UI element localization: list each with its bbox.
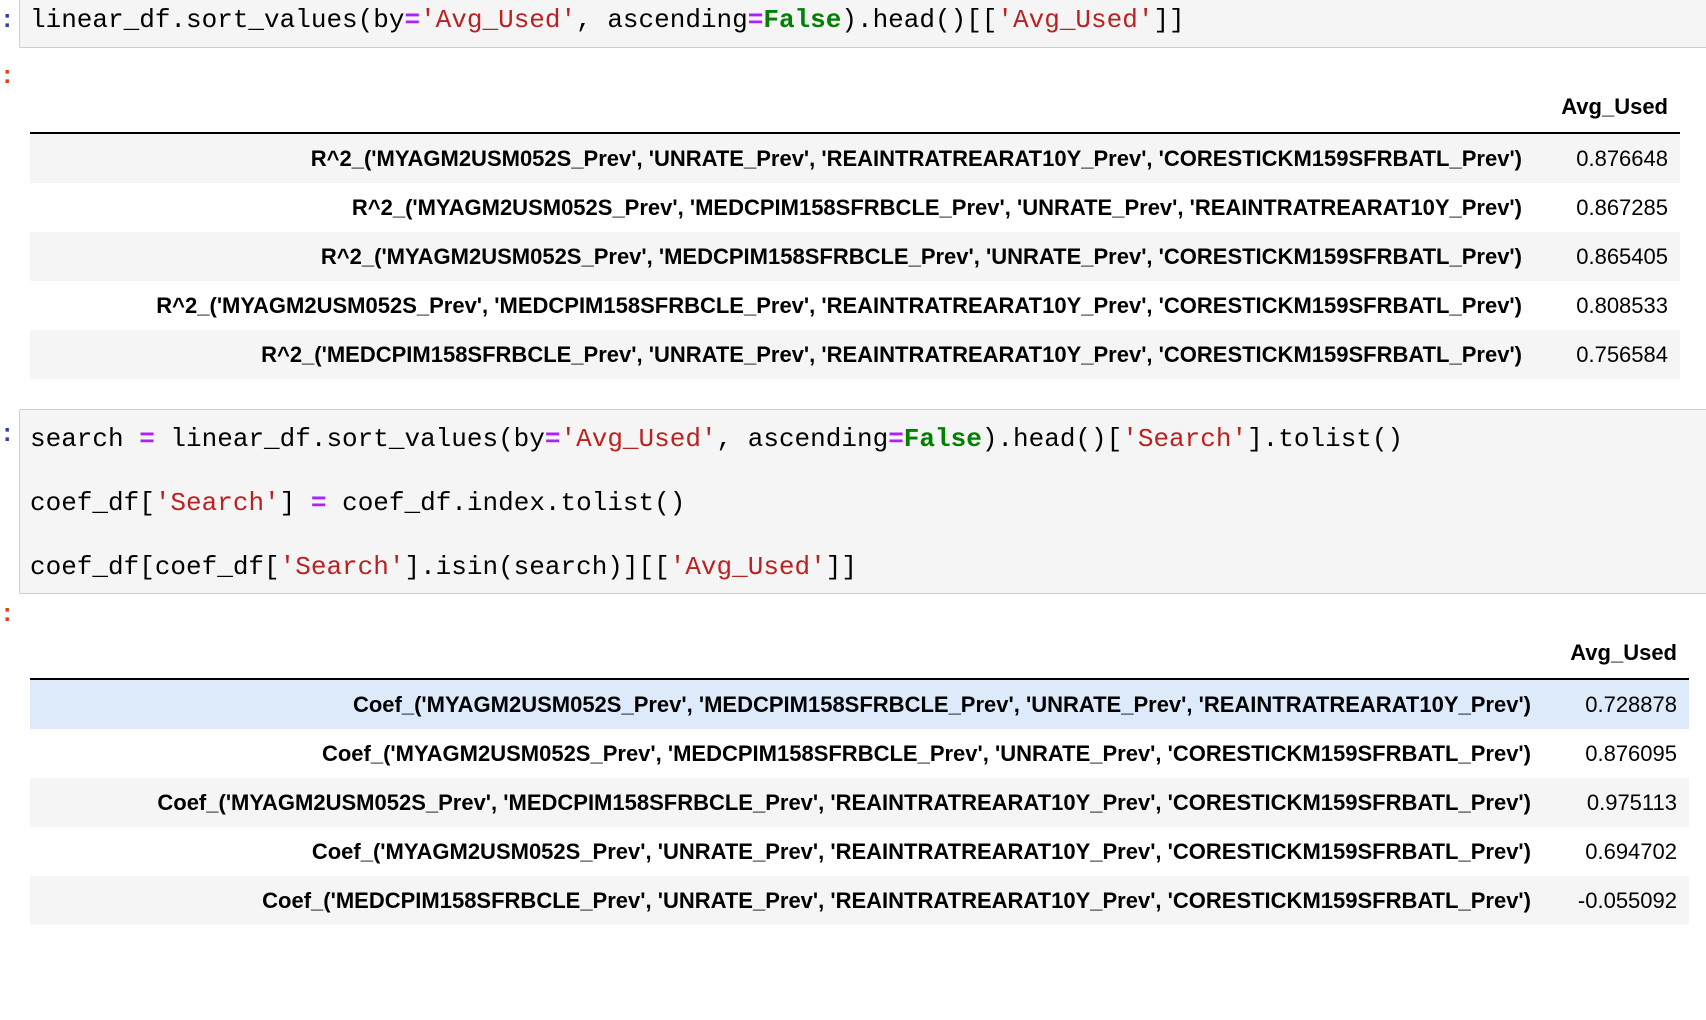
column-header: Avg_Used: [1536, 82, 1680, 134]
row-index-label: R^2_('MYAGM2USM052S_Prev', 'MEDCPIM158SF…: [30, 232, 1536, 281]
output-prompt-marker: :: [0, 602, 15, 629]
code-token: 'Avg_Used': [669, 552, 826, 582]
row-index-label: Coef_('MYAGM2USM052S_Prev', 'MEDCPIM158S…: [321, 740, 1531, 766]
code-token: search: [30, 424, 140, 454]
code-cell-2[interactable]: search = linear_df.sort_values(by='Avg_U…: [19, 409, 1706, 594]
row-value: 0.756584: [1536, 330, 1680, 379]
code-token: coef_df[coef_df[: [30, 552, 280, 582]
table-row: Coef_('MYAGM2USM052S_Prev', 'UNRATE_Prev…: [30, 827, 1689, 876]
table-body: Coef_('MYAGM2USM052S_Prev', 'MEDCPIM158S…: [30, 679, 1689, 925]
code-token: 'Search': [154, 488, 280, 518]
code-cell-1[interactable]: linear_df.sort_values(by='Avg_Used', asc…: [19, 0, 1706, 48]
code-token: ]]: [825, 552, 857, 582]
table-row: Coef_('MYAGM2USM052S_Prev', 'MEDCPIM158S…: [30, 729, 1689, 778]
notebook-page: : linear_df.sort_values(by='Avg_Used', a…: [0, 0, 1706, 1020]
code-token: ]]: [1153, 5, 1185, 35]
code-token: 'Avg_Used': [997, 5, 1154, 35]
column-header: Avg_Used: [1545, 628, 1689, 680]
code-token: =: [404, 5, 421, 35]
row-value: 0.694702: [1585, 838, 1677, 864]
code-token: coef_df[: [30, 488, 155, 518]
table-body: R^2_('MYAGM2USM052S_Prev', 'UNRATE_Prev'…: [30, 133, 1680, 379]
input-prompt-marker: :: [0, 8, 15, 35]
table-row: R^2_('MYAGM2USM052S_Prev', 'MEDCPIM158SF…: [30, 232, 1680, 281]
table-row: R^2_('MEDCPIM158SFRBCLE_Prev', 'UNRATE_P…: [30, 330, 1680, 379]
row-index-label: R^2_('MYAGM2USM052S_Prev', 'MEDCPIM158SF…: [351, 194, 1522, 220]
code-line: coef_df[coef_df['Search'].isin(search)][…: [30, 552, 857, 582]
table-row: R^2_('MYAGM2USM052S_Prev', 'MEDCPIM158SF…: [30, 281, 1680, 330]
code-token: 'Search': [1122, 424, 1248, 454]
row-value: 0.728878: [1545, 679, 1689, 729]
row-value: 0.867285: [1576, 194, 1668, 220]
code-token: , ascending: [576, 5, 748, 35]
code-token: ).head()[: [981, 424, 1123, 454]
dataframe-table-1: Avg_Used R^2_('MYAGM2USM052S_Prev', 'UNR…: [30, 82, 1680, 379]
index-header: [30, 82, 1536, 134]
code-token: ).head()[[: [841, 5, 998, 35]
table-row: Coef_('MYAGM2USM052S_Prev', 'MEDCPIM158S…: [30, 778, 1689, 827]
table-row: Coef_('MEDCPIM158SFRBCLE_Prev', 'UNRATE_…: [30, 876, 1689, 925]
row-index-label: Coef_('MYAGM2USM052S_Prev', 'MEDCPIM158S…: [30, 679, 1545, 729]
row-index-label: R^2_('MYAGM2USM052S_Prev', 'UNRATE_Prev'…: [30, 133, 1536, 183]
row-index-label: R^2_('MEDCPIM158SFRBCLE_Prev', 'UNRATE_P…: [30, 330, 1536, 379]
row-value: 0.975113: [1545, 778, 1689, 827]
output-prompt-marker: :: [0, 64, 15, 91]
code-token: 'Avg_Used': [560, 424, 717, 454]
code-line: search = linear_df.sort_values(by='Avg_U…: [30, 424, 1403, 454]
row-index-label: Coef_('MYAGM2USM052S_Prev', 'MEDCPIM158S…: [30, 778, 1545, 827]
row-index-label: Coef_('MEDCPIM158SFRBCLE_Prev', 'UNRATE_…: [30, 876, 1545, 925]
code-line: linear_df.sort_values(by='Avg_Used', asc…: [30, 5, 1185, 35]
row-index-label: R^2_('MYAGM2USM052S_Prev', 'MEDCPIM158SF…: [156, 292, 1522, 318]
code-token: coef_df.index.tolist(): [326, 488, 686, 518]
code-token: =: [747, 5, 764, 35]
code-token: 'Avg_Used': [420, 5, 577, 35]
code-token: =: [544, 424, 561, 454]
row-value: 0.865405: [1536, 232, 1680, 281]
input-prompt-marker: :: [0, 422, 15, 449]
row-value: 0.876648: [1536, 133, 1680, 183]
table-row: R^2_('MYAGM2USM052S_Prev', 'MEDCPIM158SF…: [30, 183, 1680, 232]
code-token: =: [139, 424, 155, 454]
code-token: 'Search': [279, 552, 405, 582]
code-line: coef_df['Search'] = coef_df.index.tolist…: [30, 488, 685, 518]
table-row: R^2_('MYAGM2USM052S_Prev', 'UNRATE_Prev'…: [30, 133, 1680, 183]
row-index-label: Coef_('MYAGM2USM052S_Prev', 'UNRATE_Prev…: [311, 838, 1531, 864]
row-value: 0.808533: [1576, 292, 1668, 318]
index-header: [30, 628, 1545, 680]
row-value: -0.055092: [1545, 876, 1689, 925]
code-token: =: [310, 488, 327, 518]
code-token: =: [888, 424, 904, 454]
code-token: linear_df.sort_values(by: [154, 424, 545, 454]
table-row: Coef_('MYAGM2USM052S_Prev', 'MEDCPIM158S…: [30, 679, 1689, 729]
code-token: False: [763, 5, 842, 35]
code-token: ].tolist(): [1247, 424, 1404, 454]
code-token: ].isin(search)][[: [404, 552, 670, 582]
code-token: False: [903, 424, 982, 454]
code-token: , ascending: [716, 424, 889, 454]
code-token: linear_df.sort_values(by: [30, 5, 405, 35]
dataframe-table-2: Avg_Used Coef_('MYAGM2USM052S_Prev', 'ME…: [30, 628, 1689, 925]
row-value: 0.876095: [1585, 740, 1677, 766]
code-token: ]: [279, 488, 311, 518]
